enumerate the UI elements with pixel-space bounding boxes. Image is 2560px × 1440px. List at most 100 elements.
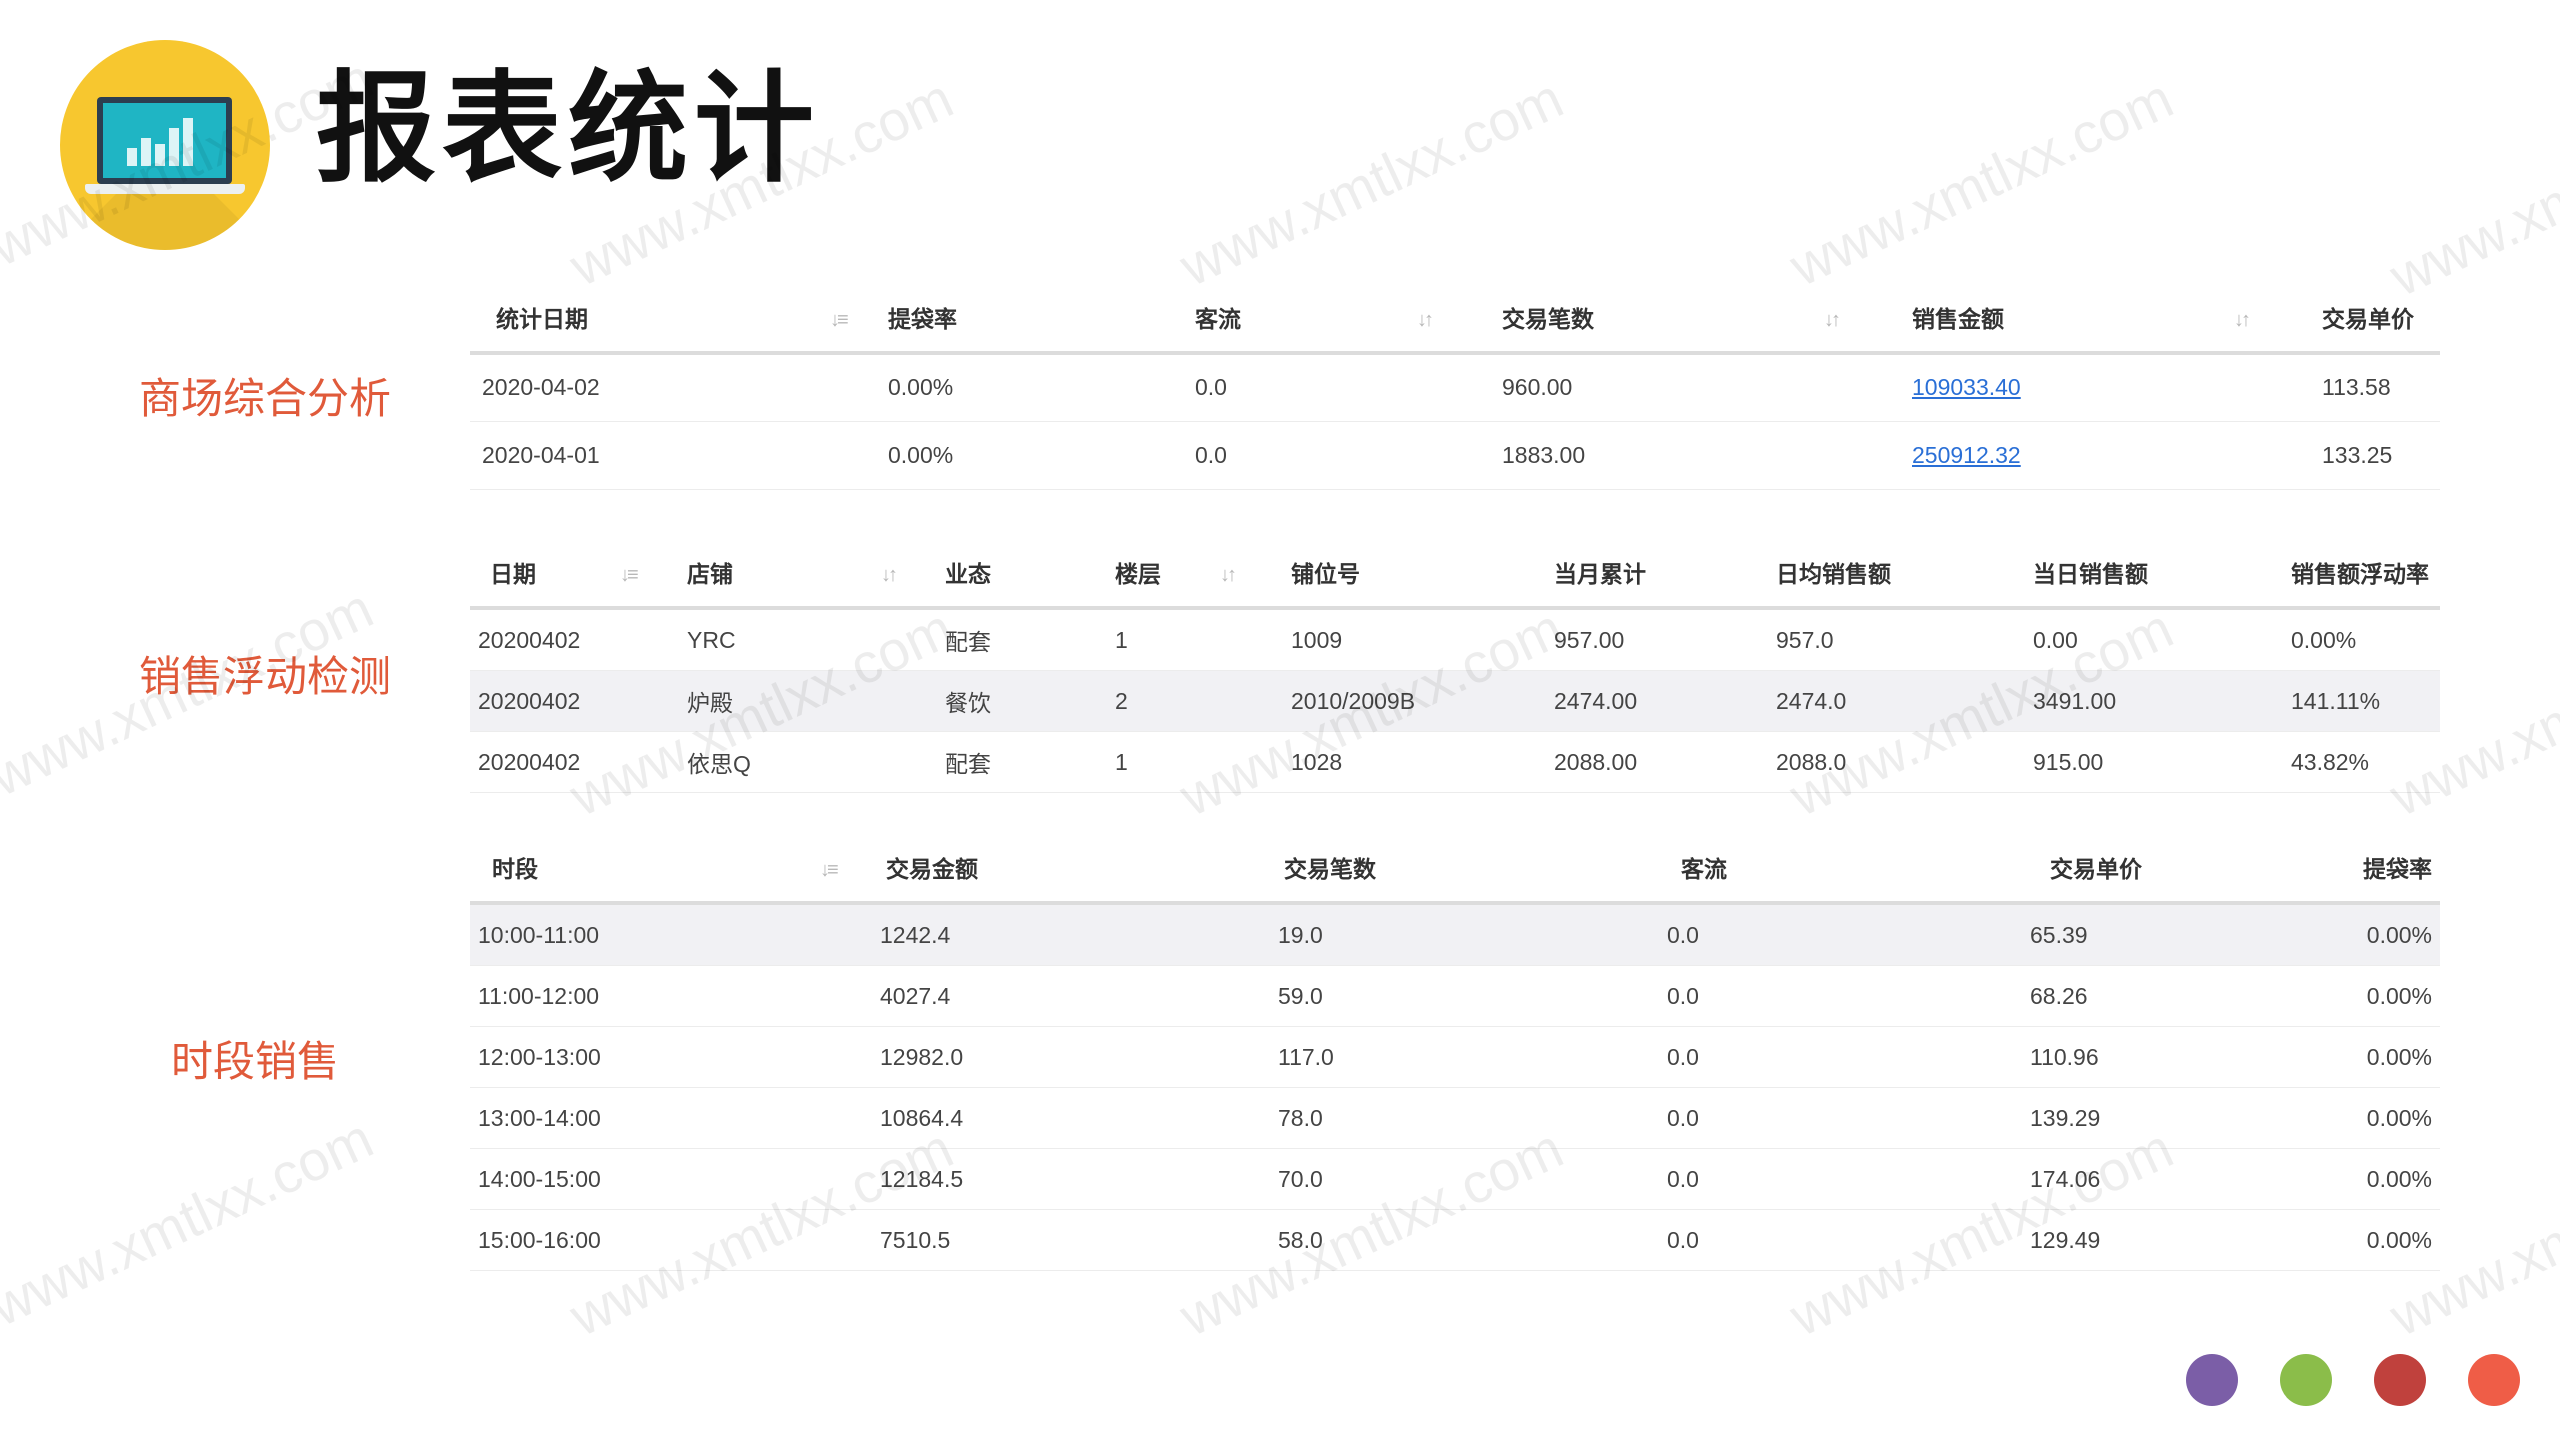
table-cell: 10:00-11:00: [470, 903, 872, 966]
table-cell: 0.0: [1667, 903, 1950, 966]
column-header[interactable]: 楼层 ↓↑: [1095, 538, 1271, 610]
table-cell: 7510.5: [872, 1209, 1270, 1271]
table-cell: 957.0: [1756, 608, 2013, 671]
table-cell-link[interactable]: 250912.32: [1904, 421, 2314, 490]
page-title: 报表统计: [316, 60, 820, 199]
sort-arrows-icon[interactable]: ↓↑: [1824, 309, 1841, 332]
column-header[interactable]: 铺位号: [1271, 538, 1534, 610]
table-cell: 0.0: [1667, 1209, 1950, 1271]
column-header[interactable]: 当月累计: [1534, 538, 1756, 610]
table-cell: 129.49: [1950, 1209, 2340, 1271]
decorative-dot-orange: [2468, 1354, 2520, 1406]
table-cell: 1009: [1271, 608, 1534, 671]
column-header[interactable]: 提袋率: [880, 283, 1187, 355]
table-cell: 19.0: [1270, 903, 1667, 966]
table-cell: 139.29: [1950, 1087, 2340, 1149]
table-cell: 2010/2009B: [1271, 670, 1534, 732]
table-cell: 0.00%: [2271, 608, 2440, 671]
column-header[interactable]: 统计日期 ↓≡: [470, 283, 880, 355]
table-cell: 1: [1095, 608, 1271, 671]
table-row: 10:00-11:00 1242.4 19.0 0.0 65.39 0.00%: [470, 903, 2440, 966]
table-cell: 0.0: [1187, 353, 1494, 422]
table-cell: 0.00%: [2340, 1209, 2440, 1271]
period-sales-table: 时段 ↓≡ 交易金额 交易笔数 客流 交易单价 提袋率 10:00-11:00 1…: [470, 833, 2440, 1271]
watermark: www.xmtlxx.com: [0, 1106, 383, 1339]
column-header[interactable]: 日期 ↓≡: [470, 538, 667, 610]
table-cell: 0.00%: [2340, 1148, 2440, 1210]
table-cell: 依思Q: [667, 731, 937, 793]
section-label-period-sales: 时段销售: [170, 1037, 339, 1086]
table-row: 14:00-15:00 12184.5 70.0 0.0 174.06 0.00…: [470, 1148, 2440, 1210]
column-header[interactable]: 客流 ↓↑: [1187, 283, 1494, 355]
decorative-dot-green: [2280, 1354, 2332, 1406]
column-header[interactable]: 交易金额: [872, 833, 1270, 905]
table-row: 12:00-13:00 12982.0 117.0 0.0 110.96 0.0…: [470, 1026, 2440, 1088]
sales-amount-link[interactable]: 109033.40: [1912, 374, 2021, 400]
table-cell: 2474.0: [1756, 670, 2013, 732]
table-cell: 15:00-16:00: [470, 1209, 872, 1271]
table-cell: 960.00: [1494, 353, 1904, 422]
sort-arrows-icon[interactable]: ↓≡: [830, 309, 849, 332]
column-header[interactable]: 交易单价: [2314, 283, 2440, 355]
column-header[interactable]: 交易单价: [1950, 833, 2340, 905]
table-header-row: 日期 ↓≡ 店铺 ↓↑ 业态 楼层 ↓↑ 铺位号 当月累计 日均销售额 当日销售额 销…: [470, 538, 2440, 610]
table-cell: 4027.4: [872, 965, 1270, 1027]
table-cell: 68.26: [1950, 965, 2340, 1027]
table-cell: 0.0: [1187, 421, 1494, 490]
decorative-dot-red: [2374, 1354, 2426, 1406]
sales-amount-link[interactable]: 250912.32: [1912, 442, 2021, 468]
table-header-row: 时段 ↓≡ 交易金额 交易笔数 客流 交易单价 提袋率: [470, 833, 2440, 905]
column-header[interactable]: 店铺 ↓↑: [667, 538, 937, 610]
table-cell: 炉殿: [667, 670, 937, 732]
table-row: 13:00-14:00 10864.4 78.0 0.0 139.29 0.00…: [470, 1087, 2440, 1149]
table-cell: 11:00-12:00: [470, 965, 872, 1027]
column-header[interactable]: 当日销售额: [2013, 538, 2271, 610]
column-header[interactable]: 销售额浮动率: [2271, 538, 2440, 610]
table-cell: 2088.00: [1534, 731, 1756, 793]
watermark: www.xmtlxx.com: [1170, 66, 1573, 299]
column-header[interactable]: 提袋率: [2340, 833, 2440, 905]
sort-arrows-icon[interactable]: ↓↑: [881, 564, 898, 587]
table-cell: 20200402: [470, 608, 667, 671]
table-cell: 43.82%: [2271, 731, 2440, 793]
table-cell: 0.00%: [880, 421, 1187, 490]
table-cell: 141.11%: [2271, 670, 2440, 732]
table-row: 15:00-16:00 7510.5 58.0 0.0 129.49 0.00%: [470, 1209, 2440, 1271]
column-header[interactable]: 销售金额 ↓↑: [1904, 283, 2314, 355]
table-cell: 0.0: [1667, 965, 1950, 1027]
mall-analysis-table: 统计日期 ↓≡ 提袋率 客流 ↓↑ 交易笔数 ↓↑ 销售金额 ↓↑ 交易单价 2020-…: [470, 283, 2440, 490]
column-header[interactable]: 交易笔数: [1270, 833, 1667, 905]
watermark: www.xmtlxx.com: [2380, 76, 2560, 309]
table-cell: 0.00%: [2340, 965, 2440, 1027]
sort-arrows-icon[interactable]: ↓≡: [820, 859, 839, 882]
table-cell: 65.39: [1950, 903, 2340, 966]
table-row: 2020-04-02 0.00% 0.0 960.00 109033.40 11…: [470, 353, 2440, 422]
column-header[interactable]: 时段 ↓≡: [470, 833, 872, 905]
table-cell: 0.00: [2013, 608, 2271, 671]
sort-arrows-icon[interactable]: ↓↑: [1417, 309, 1434, 332]
column-header[interactable]: 日均销售额: [1756, 538, 2013, 610]
table-cell: 0.0: [1667, 1026, 1950, 1088]
table-cell: 957.00: [1534, 608, 1756, 671]
table-cell: 12:00-13:00: [470, 1026, 872, 1088]
table-cell: 12184.5: [872, 1148, 1270, 1210]
watermark: www.xmtlxx.com: [1780, 66, 2183, 299]
table-cell: 餐饮: [937, 670, 1095, 732]
column-header[interactable]: 客流: [1667, 833, 1950, 905]
table-cell: 1242.4: [872, 903, 1270, 966]
table-cell: 117.0: [1270, 1026, 1667, 1088]
section-label-mall-analysis: 商场综合分析: [138, 374, 391, 423]
table-cell: 0.0: [1667, 1148, 1950, 1210]
column-header[interactable]: 业态: [937, 538, 1095, 610]
table-cell: 58.0: [1270, 1209, 1667, 1271]
table-cell-link[interactable]: 109033.40: [1904, 353, 2314, 422]
column-header[interactable]: 交易笔数 ↓↑: [1494, 283, 1904, 355]
sort-arrows-icon[interactable]: ↓↑: [2234, 309, 2251, 332]
table-cell: 915.00: [2013, 731, 2271, 793]
sort-arrows-icon[interactable]: ↓≡: [620, 564, 639, 587]
table-cell: 20200402: [470, 731, 667, 793]
table-cell: 133.25: [2314, 421, 2440, 490]
sort-arrows-icon[interactable]: ↓↑: [1220, 564, 1237, 587]
table-cell: 2020-04-02: [470, 353, 880, 422]
table-cell: 174.06: [1950, 1148, 2340, 1210]
